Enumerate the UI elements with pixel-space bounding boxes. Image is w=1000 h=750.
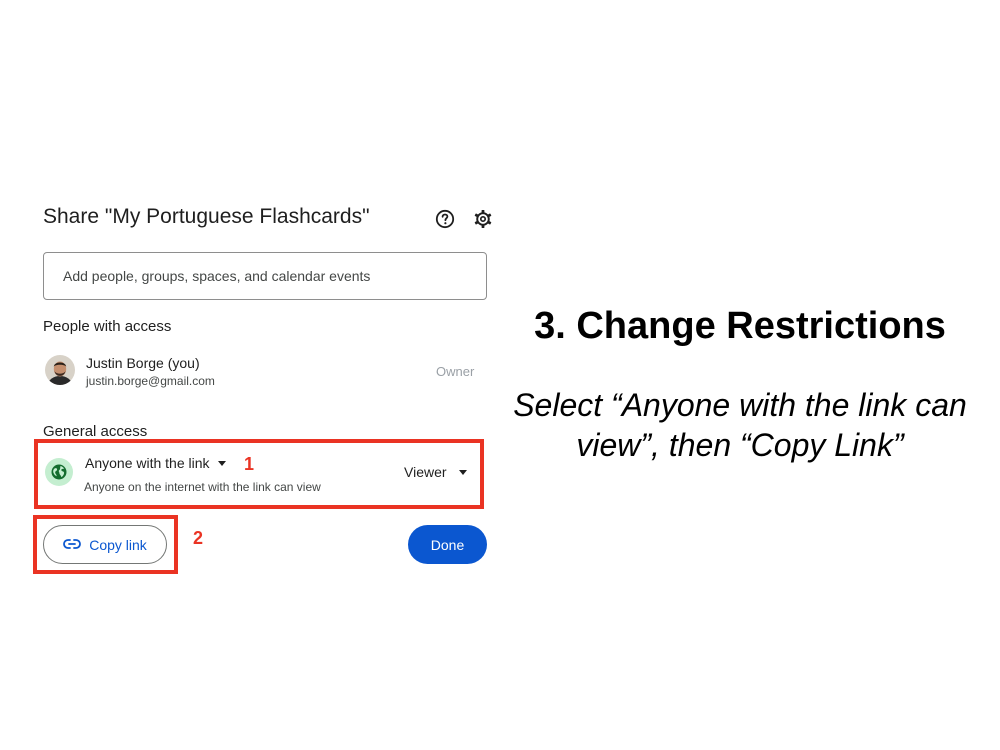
dialog-title: Share "My Portuguese Flashcards" [43, 205, 370, 228]
chevron-down-icon [217, 460, 226, 466]
general-access-dropdown[interactable]: Anyone with the link [85, 455, 226, 471]
add-people-input[interactable] [43, 252, 487, 300]
general-access-heading: General access [43, 423, 148, 440]
role-dropdown[interactable]: Viewer [404, 464, 467, 480]
chevron-down-icon [458, 469, 467, 475]
link-icon [63, 537, 82, 553]
owner-role-label: Owner [436, 364, 475, 379]
people-with-access-heading: People with access [43, 318, 172, 335]
avatar [45, 355, 75, 385]
step-1-label: 1 [244, 454, 255, 474]
user-email: justin.borge@gmail.com [86, 374, 215, 388]
globe-icon [45, 458, 73, 486]
step-instructions: Select “Anyone with the link can view”, … [513, 387, 967, 463]
step-2-label: 2 [193, 528, 204, 548]
copy-link-label: Copy link [89, 536, 147, 553]
gear-icon[interactable] [472, 208, 494, 230]
step-heading: 3. Change Restrictions [534, 305, 946, 347]
done-button[interactable]: Done [408, 525, 487, 564]
user-name: Justin Borge (you) [86, 355, 200, 371]
copy-link-button[interactable]: Copy link [43, 525, 167, 564]
share-dialog: Share "My Portuguese Flashcards" People … [0, 0, 510, 750]
general-access-description: Anyone on the internet with the link can… [84, 480, 321, 494]
help-icon[interactable] [434, 208, 456, 230]
role-label: Viewer [404, 464, 447, 480]
general-access-setting-label: Anyone with the link [85, 455, 210, 471]
